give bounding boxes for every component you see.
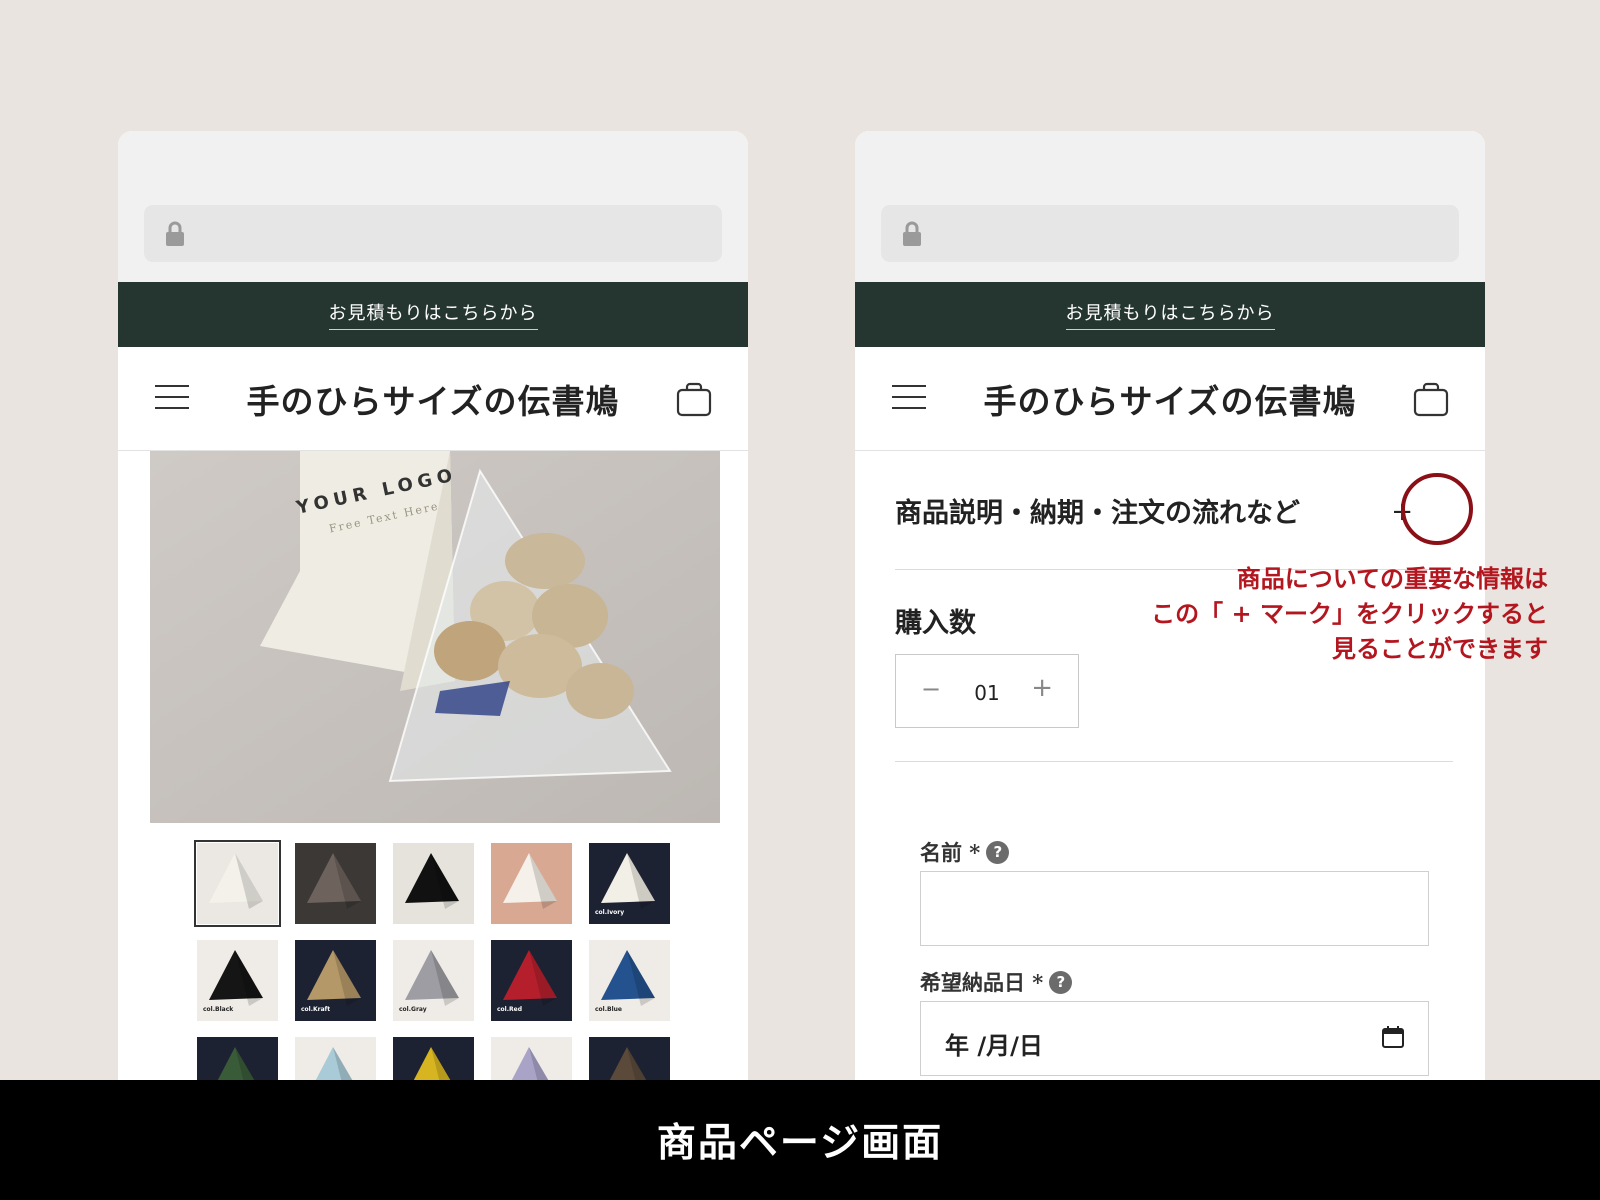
quantity-label: 購入数 xyxy=(895,608,976,639)
thumbnail-11[interactable] xyxy=(197,1037,278,1081)
thumbnail-label: col.Blue xyxy=(595,1006,622,1013)
hamburger-menu-icon[interactable] xyxy=(892,385,926,411)
help-icon[interactable]: ? xyxy=(986,840,1010,864)
thumbnail-7[interactable]: col.Kraft xyxy=(295,940,376,1021)
increase-button[interactable]: + xyxy=(1031,673,1053,703)
thumbnail-label: col.Black xyxy=(203,1006,234,1013)
hamburger-menu-icon[interactable] xyxy=(155,385,189,411)
address-bar[interactable] xyxy=(144,205,722,262)
annotation-text: 商品についての重要な情報は この「 + マーク」をクリックすると 見ることができ… xyxy=(1151,561,1548,666)
cart-bag-icon[interactable] xyxy=(676,381,712,417)
thumbnail-3[interactable] xyxy=(393,843,474,924)
date-field-label: 希望納品日 * ? xyxy=(920,967,1073,997)
date-placeholder: 年 /月/日 xyxy=(945,1032,1043,1060)
caption-text: 商品ページ画面 xyxy=(656,1120,944,1166)
address-bar[interactable] xyxy=(881,205,1459,262)
caption-bar: 商品ページ画面 xyxy=(0,1080,1600,1200)
thumbnail-14[interactable] xyxy=(491,1037,572,1081)
quantity-stepper: − 01 + xyxy=(895,654,1079,728)
thumbnail-label: col.Gray xyxy=(399,1006,427,1013)
announcement-bar: お見積もりはこちらから xyxy=(118,282,748,347)
lock-icon xyxy=(903,221,921,246)
calendar-icon[interactable] xyxy=(1382,1026,1404,1048)
cart-bag-icon[interactable] xyxy=(1413,381,1449,417)
thumbnail-12[interactable] xyxy=(295,1037,376,1081)
thumbnail-15[interactable] xyxy=(589,1037,670,1081)
help-icon[interactable]: ? xyxy=(1049,970,1073,994)
thumbnail-2[interactable] xyxy=(295,843,376,924)
delivery-date-input[interactable]: 年 /月/日 xyxy=(920,1001,1429,1076)
section-divider xyxy=(895,761,1453,762)
name-label-text: 名前 * xyxy=(920,840,981,865)
left-phone-frame: お見積もりはこちらから 手のひらサイズの伝書鳩 YOUR LOGO Free T… xyxy=(118,131,748,1081)
highlight-circle xyxy=(1401,473,1473,545)
thumbnail-5[interactable]: col.Ivory xyxy=(589,843,670,924)
thumbnail-label: col.Ivory xyxy=(595,909,625,916)
annotation-line-2: この「 + マーク」をクリックすると xyxy=(1151,599,1548,628)
thumbnail-4[interactable] xyxy=(491,843,572,924)
quote-link[interactable]: お見積もりはこちらから xyxy=(328,299,538,330)
thumbnail-label: col.Red xyxy=(497,1006,522,1013)
annotation-line-3: 見ることができます xyxy=(1332,634,1548,663)
thumbnail-label: col.Kraft xyxy=(301,1006,331,1013)
site-title[interactable]: 手のひらサイズの伝書鳩 xyxy=(935,375,1405,423)
name-field-label: 名前 * ? xyxy=(920,837,1010,867)
lock-icon xyxy=(166,221,184,246)
product-main-image[interactable]: YOUR LOGO Free Text Here xyxy=(150,451,720,823)
thumbnail-1[interactable] xyxy=(194,840,281,927)
thumbnail-10[interactable]: col.Blue xyxy=(589,940,670,1021)
thumbnail-8[interactable]: col.Gray xyxy=(393,940,474,1021)
product-details-accordion[interactable]: 商品説明・納期・注文の流れなど + xyxy=(895,451,1453,570)
date-label-text: 希望納品日 * xyxy=(920,970,1044,995)
thumbnail-9[interactable]: col.Red xyxy=(491,940,572,1021)
name-input[interactable] xyxy=(920,871,1429,946)
thumbnail-13[interactable] xyxy=(393,1037,474,1081)
annotation-line-1: 商品についての重要な情報は xyxy=(1236,564,1548,593)
announcement-bar: お見積もりはこちらから xyxy=(855,282,1485,347)
quote-link[interactable]: お見積もりはこちらから xyxy=(1065,299,1275,330)
accordion-title: 商品説明・納期・注文の流れなど xyxy=(895,498,1300,529)
browser-chrome xyxy=(855,131,1485,282)
browser-chrome xyxy=(118,131,748,282)
thumbnail-6[interactable]: col.Black xyxy=(197,940,278,1021)
site-title[interactable]: 手のひらサイズの伝書鳩 xyxy=(198,375,668,423)
site-header: 手のひらサイズの伝書鳩 xyxy=(855,347,1485,451)
site-header: 手のひらサイズの伝書鳩 xyxy=(118,347,748,451)
